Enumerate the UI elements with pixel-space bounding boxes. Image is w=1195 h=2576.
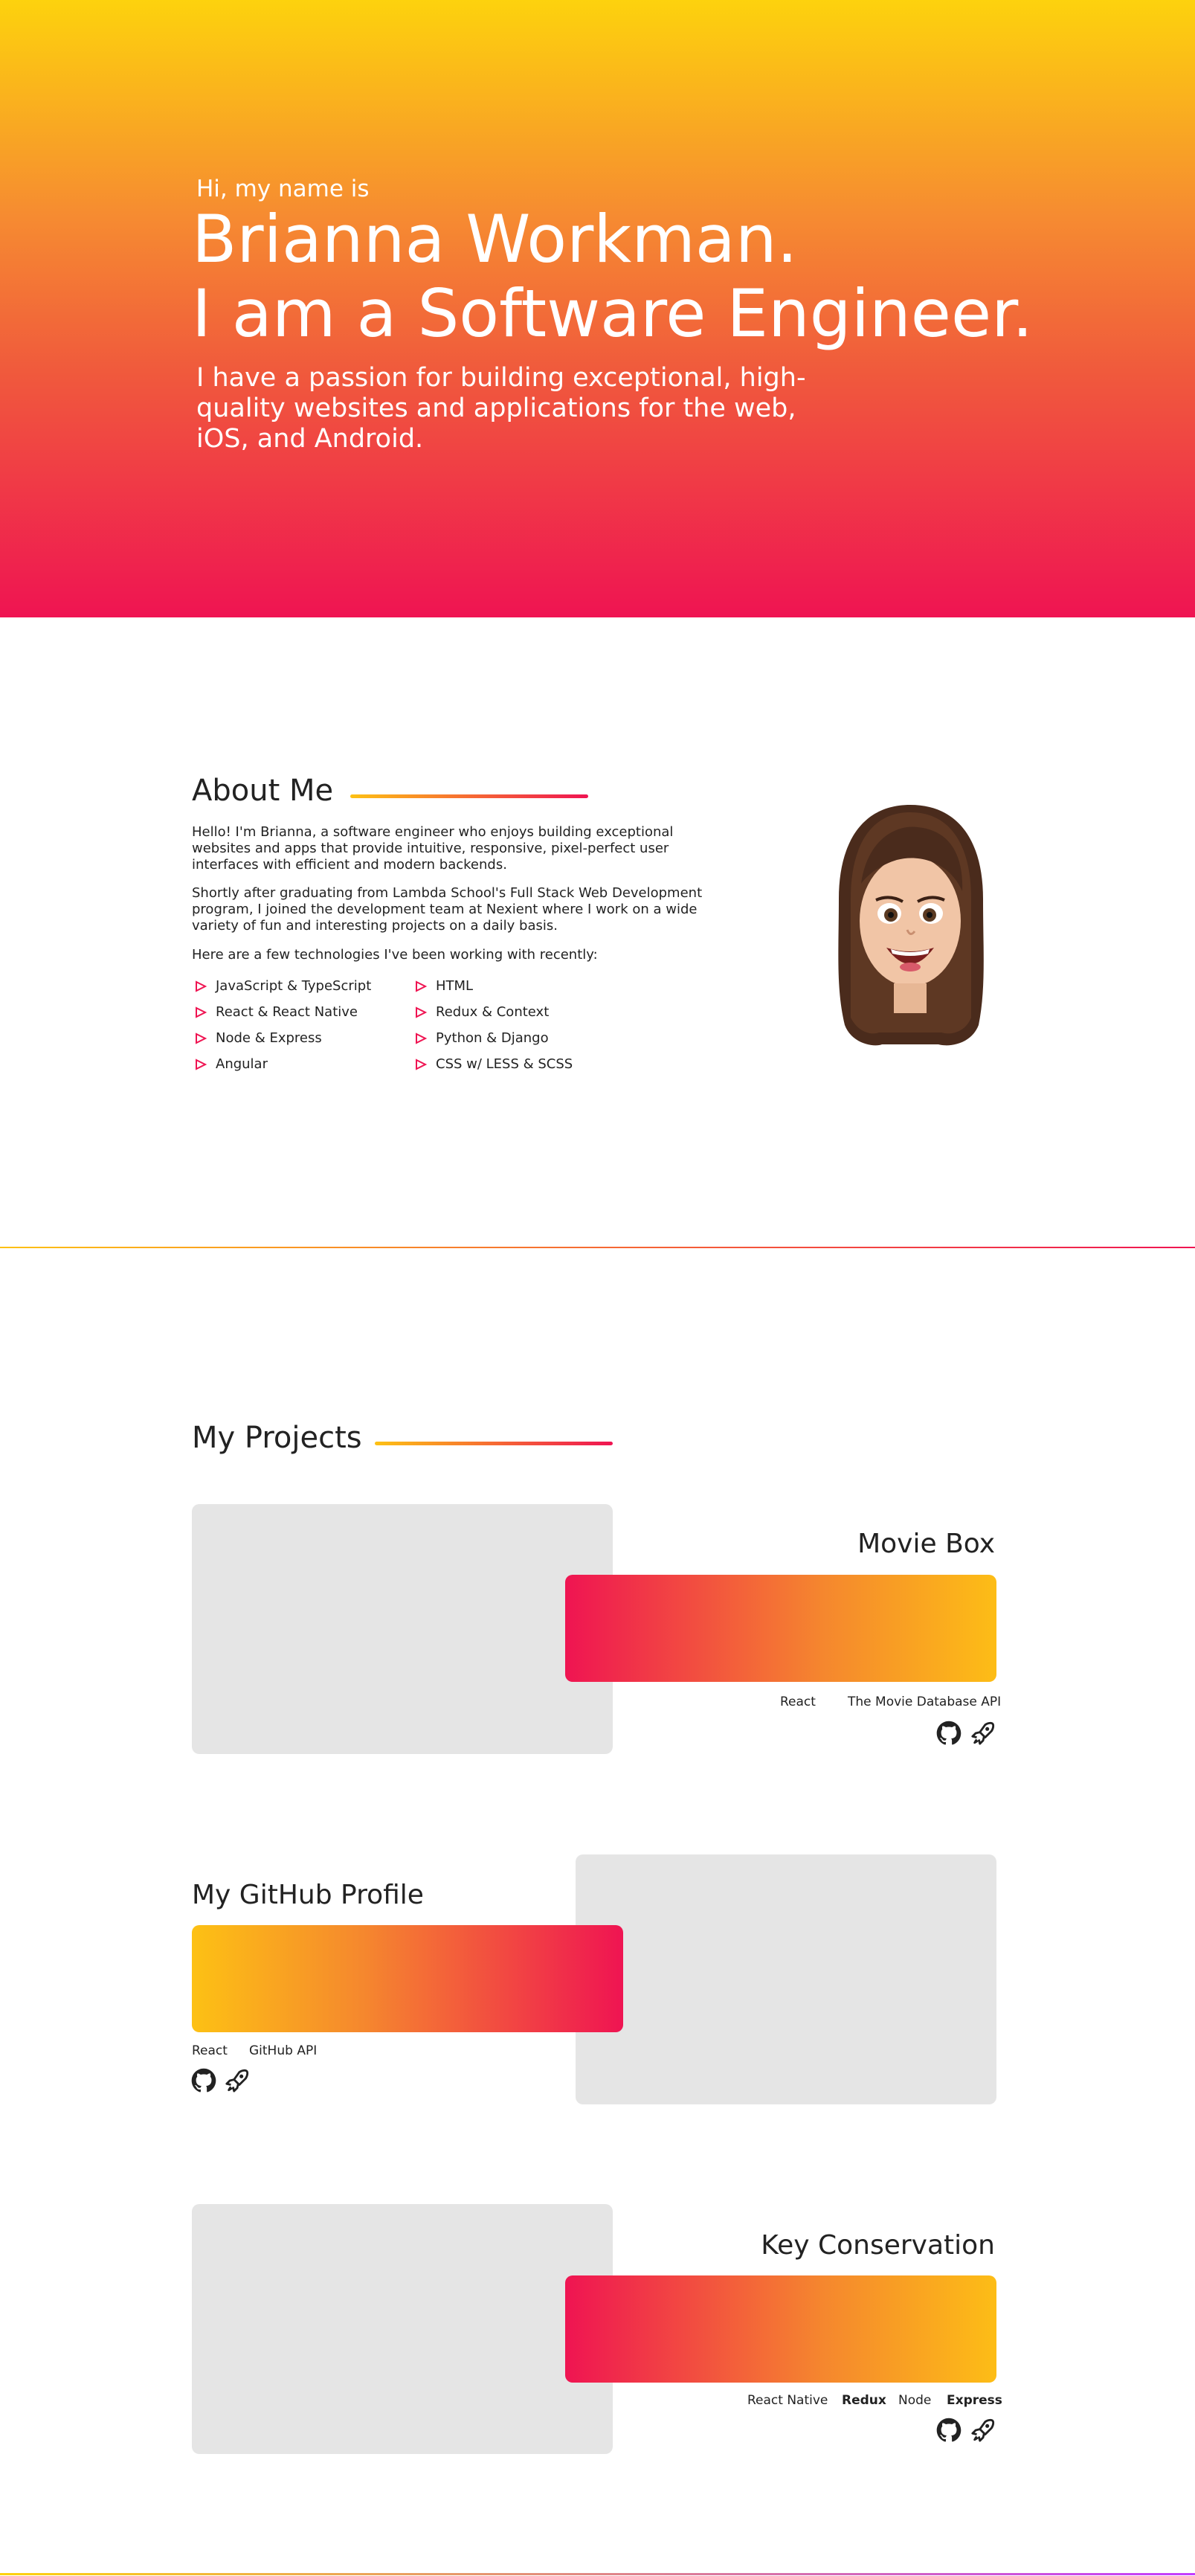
projects-title-underline bbox=[375, 1442, 613, 1445]
tech-label: Python & Django bbox=[436, 1030, 549, 1046]
tech-item: CSS w/ LESS & SCSS bbox=[415, 1056, 573, 1072]
github-icon[interactable] bbox=[191, 2068, 216, 2093]
tech-label: Node & Express bbox=[216, 1030, 322, 1046]
project-screenshot-placeholder[interactable] bbox=[192, 2204, 613, 2454]
triangle-bullet-icon bbox=[416, 1006, 427, 1018]
tech-item: Angular bbox=[195, 1056, 268, 1072]
project-tag: GitHub API bbox=[249, 2043, 318, 2058]
triangle-bullet-icon bbox=[196, 1058, 207, 1070]
triangle-bullet-icon bbox=[196, 1032, 207, 1044]
tech-item: React & React Native bbox=[195, 1004, 358, 1020]
projects-title: My Projects bbox=[192, 1421, 362, 1455]
rocket-icon[interactable] bbox=[970, 1721, 996, 1746]
hero-name-line1: Brianna Workman. bbox=[192, 201, 798, 277]
project-tag: The Movie Database API bbox=[848, 1695, 1002, 1709]
triangle-bullet-icon bbox=[416, 980, 427, 992]
tech-label: JavaScript & TypeScript bbox=[216, 978, 372, 994]
project-screenshot-placeholder[interactable] bbox=[576, 1854, 996, 2104]
project-tag: React bbox=[780, 1695, 816, 1709]
triangle-bullet-icon bbox=[196, 1006, 207, 1018]
rocket-icon[interactable] bbox=[970, 2418, 996, 2443]
tech-label: HTML bbox=[436, 978, 474, 994]
triangle-bullet-icon bbox=[196, 980, 207, 992]
project-title: Key Conservation bbox=[761, 2230, 995, 2261]
hero-greeting: Hi, my name is bbox=[196, 176, 370, 202]
project-tag: React Native bbox=[747, 2393, 828, 2408]
tech-item: Redux & Context bbox=[415, 1004, 549, 1020]
hero-section: Hi, my name is Brianna Workman. I am a S… bbox=[0, 0, 1195, 617]
triangle-bullet-icon bbox=[416, 1032, 427, 1044]
tech-label: Redux & Context bbox=[436, 1004, 550, 1020]
project-tag: React bbox=[192, 2043, 228, 2058]
tech-label: Angular bbox=[216, 1056, 268, 1072]
github-icon[interactable] bbox=[936, 1721, 962, 1746]
memoji-avatar bbox=[838, 805, 984, 1046]
project-tag: Node bbox=[898, 2393, 932, 2408]
about-paragraph-2: Shortly after graduating from Lambda Sch… bbox=[192, 885, 703, 934]
tech-item: Node & Express bbox=[195, 1030, 322, 1046]
project-tag: Express bbox=[947, 2393, 1002, 2408]
github-icon[interactable] bbox=[936, 2418, 962, 2443]
project-tag: Redux bbox=[842, 2393, 886, 2408]
about-paragraph-3: Here are a few technologies I've been wo… bbox=[192, 947, 598, 963]
about-title-underline bbox=[350, 794, 588, 798]
page-bottom-divider bbox=[0, 2573, 1195, 2575]
project-description-box bbox=[565, 2275, 996, 2383]
hero-subtitle: I have a passion for building exceptiona… bbox=[196, 363, 806, 454]
tech-item: Python & Django bbox=[415, 1030, 549, 1046]
tech-label: React & React Native bbox=[216, 1004, 358, 1020]
project-description-box bbox=[565, 1575, 996, 1682]
triangle-bullet-icon bbox=[416, 1058, 427, 1070]
hero-name: Brianna Workman. I am a Software Enginee… bbox=[192, 202, 1033, 351]
tech-label: CSS w/ LESS & SCSS bbox=[436, 1056, 573, 1072]
about-title: About Me bbox=[192, 774, 334, 808]
project-screenshot-placeholder[interactable] bbox=[192, 1504, 613, 1754]
rocket-icon[interactable] bbox=[225, 2068, 250, 2093]
hero-name-line2: I am a Software Engineer. bbox=[192, 275, 1034, 352]
about-paragraph-1: Hello! I'm Brianna, a software engineer … bbox=[192, 824, 674, 873]
project-description-box bbox=[192, 1925, 623, 2032]
project-title: My GitHub Profile bbox=[192, 1880, 424, 1910]
tech-item: JavaScript & TypeScript bbox=[195, 978, 371, 994]
tech-item: HTML bbox=[415, 978, 473, 994]
section-divider bbox=[0, 1247, 1195, 1248]
project-title: Movie Box bbox=[857, 1529, 995, 1559]
